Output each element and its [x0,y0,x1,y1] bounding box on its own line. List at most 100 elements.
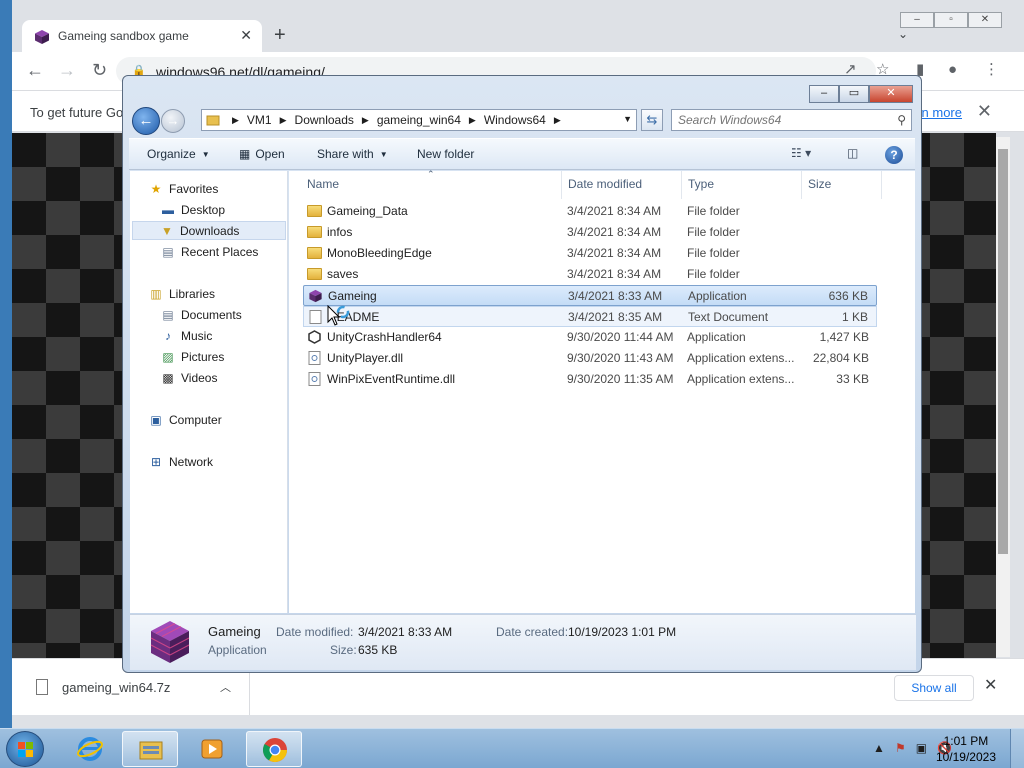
minimize-button[interactable]: – [900,12,934,28]
folder-icon [206,115,220,126]
address-dropdown-icon[interactable]: ▼ [623,114,632,124]
reload-icon[interactable]: ↻ [92,61,107,79]
explorer-minimize-button[interactable]: – [809,85,839,103]
explorer-close-button[interactable]: ✕ [869,85,913,103]
internet-explorer-icon [77,737,103,761]
nav-downloads[interactable]: ▼ Downloads [132,221,286,240]
file-date: 3/4/2021 8:34 AM [567,225,662,239]
show-desktop-button[interactable] [1010,729,1024,768]
share-with-button[interactable]: Share with ▼ [317,147,388,161]
network-tray-icon[interactable]: ▣ [916,741,927,755]
tab-close-icon[interactable]: ✕ [240,27,252,44]
new-folder-button[interactable]: New folder [417,147,474,161]
file-row[interactable]: UnityCrashHandler64 9/30/2020 11:44 AM App… [303,327,877,348]
profile-avatar-icon[interactable]: ● [948,62,957,78]
download-bar-close-icon[interactable]: ✕ [984,675,997,695]
clock[interactable]: 1:01 PM 10/19/2023 [936,733,996,765]
column-divider[interactable] [681,171,682,199]
forward-button[interactable]: → [161,109,185,133]
back-button[interactable]: ← [132,107,160,135]
date-modified-label: Date modified: [276,625,354,639]
scrollbar-thumb[interactable] [998,149,1008,554]
learn-more-link[interactable]: n more [922,105,962,120]
breadcrumb-separator-icon[interactable]: ▶ [469,115,476,126]
file-name: infos [327,225,353,239]
new-tab-icon[interactable]: + [274,25,286,45]
column-divider[interactable] [881,171,882,199]
breadcrumb-item[interactable]: gameing_win64 [377,113,461,127]
nav-music[interactable]: ♪ Music [160,326,212,345]
open-label: Open [255,147,285,161]
browser-tab[interactable]: Gameing sandbox game ✕ [22,20,262,54]
file-type: File folder [687,246,740,260]
address-breadcrumb[interactable]: ▶ VM1 ▶ Downloads ▶ gameing_win64 ▶ Windows64 ▶ … [201,109,637,131]
column-date-modified[interactable]: Date modified [568,177,642,191]
taskbar: ▲ ⚑ ▣ 🔇 1:01 PM 10/19/2023 [0,728,1024,768]
explorer-maximize-button[interactable]: ▭ [839,85,869,103]
taskbar-internet-explorer[interactable] [62,731,118,767]
back-arrow-icon[interactable]: ← [26,61,44,79]
page-scrollbar[interactable] [996,137,1010,657]
column-divider[interactable] [801,171,802,199]
nav-videos[interactable]: ▩ Videos [160,368,217,387]
start-button[interactable] [6,731,44,767]
file-size: 1 KB [841,310,868,324]
breadcrumb-separator-icon[interactable]: ▶ [554,115,561,126]
nav-recent-places[interactable]: ▤ Recent Places [160,242,258,261]
close-button[interactable]: ✕ [968,12,1002,28]
nav-computer[interactable]: ▣ Computer [148,410,221,429]
nav-label: Downloads [180,223,240,238]
taskbar-explorer[interactable] [122,731,178,767]
info-bar-close-icon[interactable]: ✕ [977,101,992,122]
clock-date: 10/19/2023 [935,750,996,764]
open-button[interactable]: ▦ Open [239,147,285,161]
breadcrumb-separator-icon[interactable]: ▶ [280,115,287,126]
search-icon[interactable]: ⚲ [897,113,906,127]
date-created-label: Date created: [496,625,569,639]
column-type[interactable]: Type [688,177,714,191]
file-row[interactable]: Gameing_Data 3/4/2021 8:34 AM File folder [303,201,877,222]
show-hidden-icons-icon[interactable]: ▲ [873,741,885,755]
file-date: 3/4/2021 8:34 AM [567,204,662,218]
preview-pane-icon[interactable]: ◫ [847,146,858,160]
chevron-up-icon[interactable]: ︿ [220,679,231,695]
forward-arrow-icon[interactable]: → [58,61,76,79]
help-icon[interactable]: ? [885,146,903,164]
column-divider[interactable] [561,171,562,199]
file-row[interactable]: README 3/4/2021 8:35 AM Text Document 1 KB [303,306,877,327]
search-box[interactable]: ⚲ [671,109,912,131]
breadcrumb-item[interactable]: Downloads [295,113,354,127]
file-type: Text Document [688,310,769,324]
breadcrumb-item[interactable]: Windows64 [484,113,546,127]
maximize-button[interactable]: ▫ [934,12,968,28]
file-row[interactable]: saves 3/4/2021 8:34 AM File folder [303,264,877,285]
file-date: 3/4/2021 8:33 AM [568,289,663,303]
nav-desktop[interactable]: ▬ Desktop [160,200,225,219]
refresh-button[interactable]: ⇆ [641,109,663,131]
file-row[interactable]: infos 3/4/2021 8:34 AM File folder [303,222,877,243]
taskbar-media-player[interactable] [184,731,240,767]
taskbar-chrome[interactable] [246,731,302,767]
file-row[interactable]: MonoBleedingEdge 3/4/2021 8:34 AM File fol… [303,243,877,264]
action-center-icon[interactable]: ⚑ [895,741,906,755]
nav-network[interactable]: ⊞ Network [148,452,213,471]
search-input[interactable] [672,110,884,130]
nav-label: Documents [181,307,242,322]
nav-libraries[interactable]: ▥ Libraries [148,284,215,303]
file-row[interactable]: WinPixEventRuntime.dll 9/30/2020 11:35 AM… [303,369,877,390]
column-size[interactable]: Size [808,177,831,191]
column-name[interactable]: Name [307,177,339,191]
organize-button[interactable]: Organize ▼ [147,147,210,161]
breadcrumb-separator-icon[interactable]: ▶ [232,115,239,126]
nav-pictures[interactable]: ▨ Pictures [160,347,224,366]
nav-documents[interactable]: ▤ Documents [160,305,242,324]
menu-kebab-icon[interactable]: ⋮ [984,62,999,78]
view-options-icon[interactable]: ☷ ▾ [791,146,811,160]
file-row[interactable]: Gameing 3/4/2021 8:33 AM Application 636 KB [303,285,877,306]
nav-favorites[interactable]: ★ Favorites [148,179,219,198]
show-all-button[interactable]: Show all [894,675,974,701]
file-row[interactable]: UnityPlayer.dll 9/30/2020 11:43 AM Applica… [303,348,877,369]
breadcrumb-item[interactable]: VM1 [247,113,272,127]
breadcrumb-separator-icon[interactable]: ▶ [362,115,369,126]
tab-search-chevron-icon[interactable]: ⌄ [898,27,908,41]
